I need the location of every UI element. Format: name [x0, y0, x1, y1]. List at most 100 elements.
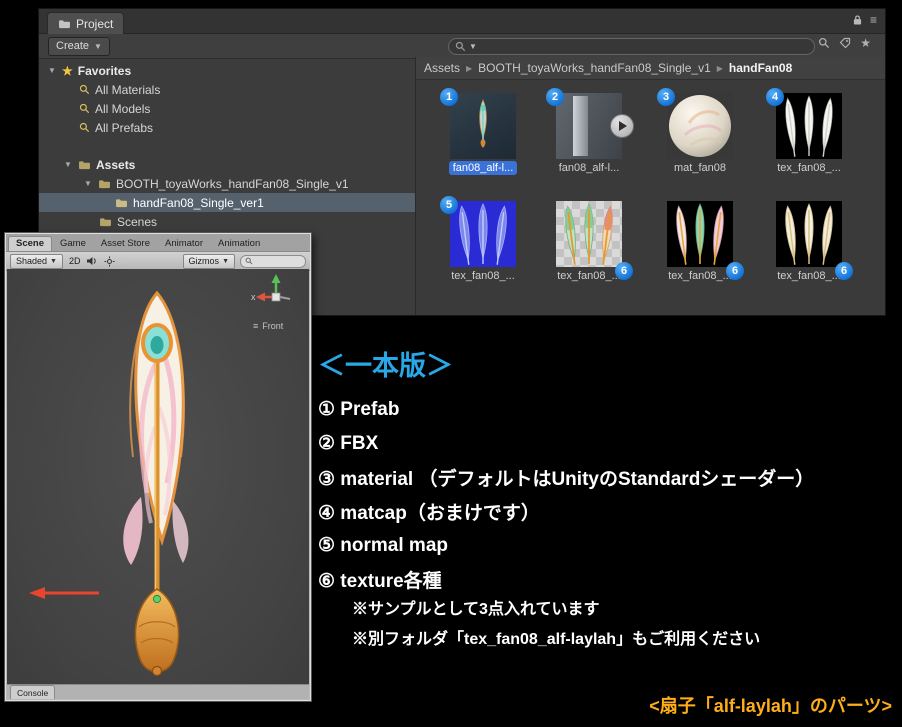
search-icon [245, 257, 253, 265]
tab-scene[interactable]: Scene [8, 236, 52, 251]
normal-map-thumbnail[interactable] [450, 201, 516, 267]
project-titlebar: Project ≡ [39, 9, 885, 34]
search-filter-icon [79, 103, 90, 114]
tab-animator[interactable]: Animator [158, 237, 210, 251]
annotation-note-samples: ※サンプルとして3点入れています [352, 592, 760, 622]
lock-icon[interactable] [853, 14, 862, 26]
window-menu-icon[interactable]: ≡ [870, 14, 877, 26]
asset-label[interactable]: fan08_alf-l... [449, 161, 518, 175]
tab-project[interactable]: Project [47, 12, 124, 34]
gizmos-dropdown[interactable]: Gizmos ▼ [183, 254, 235, 269]
asset-panel: Assets ▶ BOOTH_toyaWorks_handFan08_Singl… [416, 57, 885, 315]
annotation-list: ① Prefab ② FBX ③ material （デフォルトはUnityのS… [318, 392, 814, 596]
annotation-badge: 6 [726, 262, 744, 280]
breadcrumb-segment[interactable]: Assets [424, 61, 460, 75]
annotation-item-prefab: ① Prefab [318, 392, 814, 426]
annotation-notes: ※サンプルとして3点入れています ※別フォルダ「tex_fan08_alf-la… [352, 592, 760, 652]
folder-icon [78, 160, 91, 170]
breadcrumb-segment[interactable]: BOOTH_toyaWorks_handFan08_Single_v1 [478, 61, 711, 75]
tree-item-all-prefabs[interactable]: All Prefabs [39, 118, 415, 137]
search-icon [455, 41, 466, 52]
scene-orientation-gizmo[interactable]: x [251, 273, 301, 317]
chevron-down-icon: ▼ [50, 258, 57, 265]
annotation-title: ＜一本版＞ [318, 344, 453, 383]
foldout-triangle-icon[interactable]: ▼ [47, 66, 57, 75]
breadcrumb-segment-current[interactable]: handFan08 [729, 61, 792, 75]
translate-x-arrow[interactable] [27, 585, 105, 601]
gizmos-label: Gizmos [189, 256, 220, 266]
asset-label[interactable]: mat_fan08 [670, 161, 730, 175]
asset-item-texture-color[interactable]: 6 tex_fan08_... [655, 201, 745, 282]
tree-item-label: All Materials [95, 83, 160, 97]
asset-item-fbx[interactable]: 2 fan08_alf-l... [544, 93, 634, 174]
tree-item-favorites[interactable]: ▼ ★ Favorites [39, 61, 415, 80]
asset-item-texture-cream[interactable]: 6 tex_fan08_... [764, 201, 854, 282]
asset-item-normal-map[interactable]: 5 tex_fan08_... [438, 201, 528, 282]
folder-icon [115, 198, 128, 208]
search-filter-icon [79, 84, 90, 95]
annotation-badge: 3 [657, 88, 675, 106]
tree-item-booth-folder[interactable]: ▼ BOOTH_toyaWorks_handFan08_Single_v1 [39, 174, 415, 193]
tab-console[interactable]: Console [10, 685, 55, 699]
feather-model[interactable] [77, 287, 237, 677]
tree-item-handfan-folder[interactable]: handFan08_Single_ver1 [39, 193, 415, 212]
tree-item-assets[interactable]: ▼ Assets [39, 155, 415, 174]
chevron-down-icon: ▼ [94, 42, 102, 51]
prefab-thumbnail[interactable] [450, 93, 516, 159]
preview-play-button[interactable] [610, 114, 634, 138]
tab-game[interactable]: Game [53, 237, 93, 251]
scene-lighting-icon[interactable] [104, 256, 115, 267]
annotation-item-normal-map: ⑤ normal map [318, 528, 814, 562]
foldout-triangle-icon[interactable]: ▼ [83, 179, 93, 188]
annotation-badge: 5 [440, 196, 458, 214]
texture-thumbnail[interactable] [776, 201, 842, 267]
annotation-badge: 4 [766, 88, 784, 106]
tab-animation[interactable]: Animation [211, 237, 267, 251]
annotation-badge: 2 [546, 88, 564, 106]
create-button[interactable]: Create ▼ [48, 37, 110, 56]
tree-item-all-models[interactable]: All Models [39, 99, 415, 118]
asset-label[interactable]: tex_fan08_... [773, 161, 845, 175]
saved-search-star-icon[interactable]: ★ [860, 37, 871, 49]
search-by-label-icon[interactable] [839, 37, 851, 49]
annotation-badge: 6 [615, 262, 633, 280]
asset-grid: 1 fan08_alf-l... [416, 79, 885, 315]
material-thumbnail[interactable] [667, 93, 733, 159]
chevron-down-icon: ▼ [222, 258, 229, 265]
annotation-footer: <扇子「alf-laylah」のパーツ> [649, 692, 892, 718]
scene-search-input[interactable] [240, 255, 306, 268]
annotation-item-material: ③ material （デフォルトはUnityのStandardシェーダー） [318, 460, 814, 494]
play-icon [619, 121, 627, 131]
scene-viewport[interactable]: x ≡ Front [7, 269, 309, 685]
asset-label[interactable]: tex_fan08_... [447, 269, 519, 283]
scene-audio-icon[interactable] [86, 256, 98, 266]
shading-mode-dropdown[interactable]: Shaded ▼ [10, 254, 63, 269]
favorites-star-icon: ★ [62, 65, 73, 77]
search-filter-icon [79, 122, 90, 133]
tree-item-scenes-folder[interactable]: Scenes [39, 212, 415, 231]
scene-window-bottom-bar: Console [7, 684, 309, 699]
folder-icon [99, 217, 112, 227]
project-toolbar: Create ▼ ▼ ★ [39, 34, 885, 59]
toggle-2d[interactable]: 2D [69, 256, 81, 266]
tab-asset-store[interactable]: Asset Store [94, 237, 157, 251]
texture-thumbnail[interactable] [776, 93, 842, 159]
annotation-item-texture: ⑥ texture各種 [318, 562, 814, 596]
annotation-badge: 1 [440, 88, 458, 106]
asset-item-texture-alpha[interactable]: 6 tex_fan08_... [544, 201, 634, 282]
texture-thumbnail[interactable] [667, 201, 733, 267]
tree-item-all-materials[interactable]: All Materials [39, 80, 415, 99]
search-input[interactable]: ▼ [448, 38, 815, 55]
asset-label[interactable]: fan08_alf-l... [555, 161, 624, 175]
tree-item-label: handFan08_Single_ver1 [133, 196, 264, 210]
foldout-triangle-icon[interactable]: ▼ [63, 160, 73, 169]
search-by-type-icon[interactable] [818, 37, 830, 49]
folder-icon [58, 19, 71, 29]
asset-item-prefab[interactable]: 1 fan08_alf-l... [438, 93, 528, 174]
asset-item-material[interactable]: 3 mat_fan08 [655, 93, 745, 174]
tree-item-label: All Models [95, 102, 150, 116]
breadcrumb-separator-icon: ▶ [466, 64, 472, 73]
annotation-item-fbx: ② FBX [318, 426, 814, 460]
asset-item-texture-white[interactable]: 4 tex_fan08_... [764, 93, 854, 174]
texture-thumbnail[interactable] [556, 201, 622, 267]
